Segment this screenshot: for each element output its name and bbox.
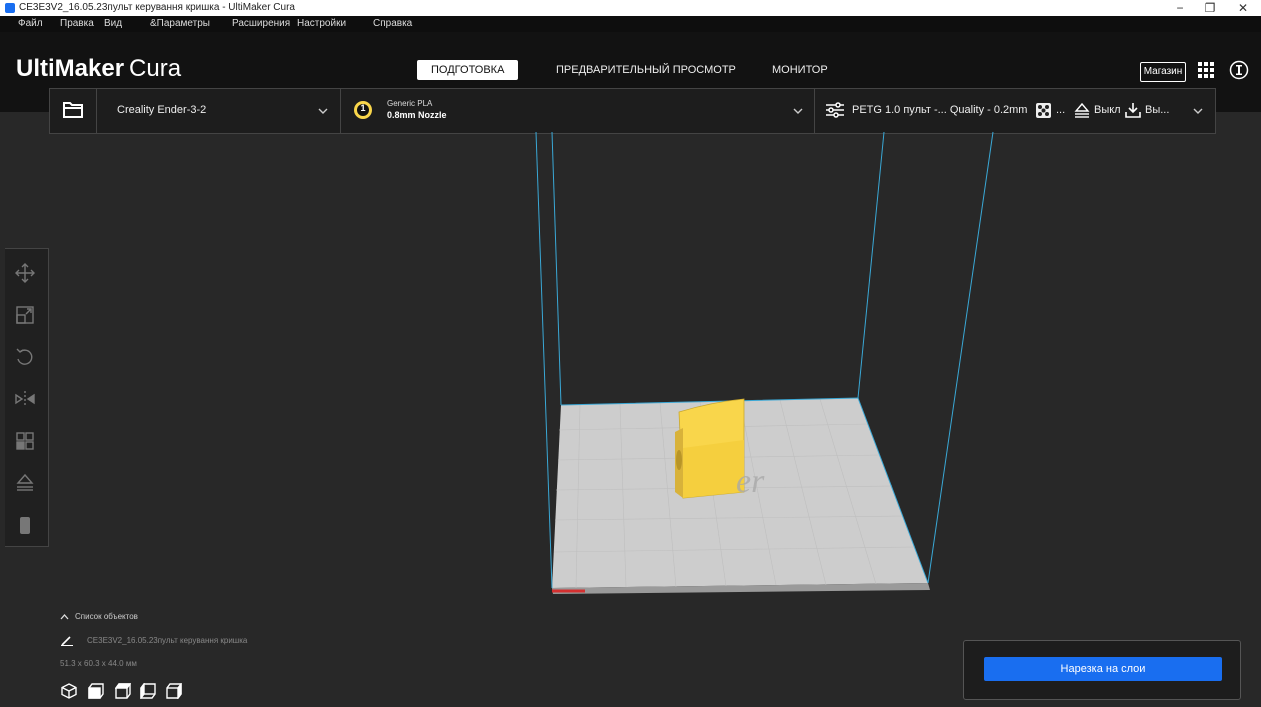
left-view-icon[interactable] [140,683,156,699]
menu-settings[interactable]: &Параметры [150,18,210,29]
info-icon[interactable] [1229,60,1249,80]
menu-edit[interactable]: Правка [60,18,94,29]
menu-preferences[interactable]: Настройки [297,18,346,29]
ultimaker-cura-logo: UltiMaker Cura [16,55,181,83]
object-name[interactable]: CE3E3V2_16.05.23пульт керування кришка [87,636,247,645]
applications-grid-icon[interactable] [1197,61,1215,79]
right-view-icon[interactable] [166,683,182,699]
scale-icon[interactable] [14,304,36,326]
logo-bold-text: UltiMaker [16,55,125,82]
minimize-button[interactable]: − [1165,0,1195,16]
front-view-icon[interactable] [88,683,104,699]
mirror-icon[interactable] [14,388,36,410]
per-model-settings-icon[interactable] [14,430,36,452]
chevron-up-icon [60,614,69,620]
close-button[interactable]: ✕ [1228,0,1258,16]
window-title: CE3E3V2_16.05.23пульт керування кришка -… [19,2,295,13]
cura-app-icon [5,3,15,13]
tab-monitor[interactable]: МОНИТОР [772,60,828,80]
move-icon[interactable] [14,262,36,284]
menu-view[interactable]: Вид [104,18,122,29]
pencil-icon[interactable] [61,636,73,646]
3d-view-icon[interactable] [61,683,77,699]
menu-file[interactable]: Файл [18,18,43,29]
logo-light-text: Cura [129,55,182,82]
rotate-icon[interactable] [14,346,36,368]
material-name: Generic PLA [387,99,433,108]
tool-sidebar [5,248,49,547]
menu-help[interactable]: Справка [373,18,412,29]
tab-preview[interactable]: ПРЕДВАРИТЕЛЬНЫЙ ПРОСМОТР [556,60,736,80]
top-view-icon[interactable] [115,683,131,699]
plate-watermark: er [736,463,765,500]
support-blocker-icon[interactable] [14,472,36,494]
slice-button[interactable]: Нарезка на слои [984,657,1222,681]
marketplace-button[interactable]: Магазин [1140,62,1186,82]
tab-prepare[interactable]: ПОДГОТОВКА [417,60,519,80]
object-dimensions: 51.3 x 60.3 x 44.0 мм [60,659,137,668]
3d-viewport[interactable]: er [0,112,1261,707]
window-titlebar: CE3E3V2_16.05.23пульт керування кришка -… [0,0,1261,16]
3d-model[interactable] [675,398,745,499]
restore-button[interactable]: ❐ [1195,0,1225,16]
menu-bar: Файл Правка Вид &Параметры Расширения На… [0,16,1261,32]
object-list-header: Список объектов [75,612,138,621]
action-panel: Нарезка на слои [963,640,1241,700]
trash-icon[interactable] [14,514,36,536]
menu-extensions[interactable]: Расширения [232,18,290,29]
